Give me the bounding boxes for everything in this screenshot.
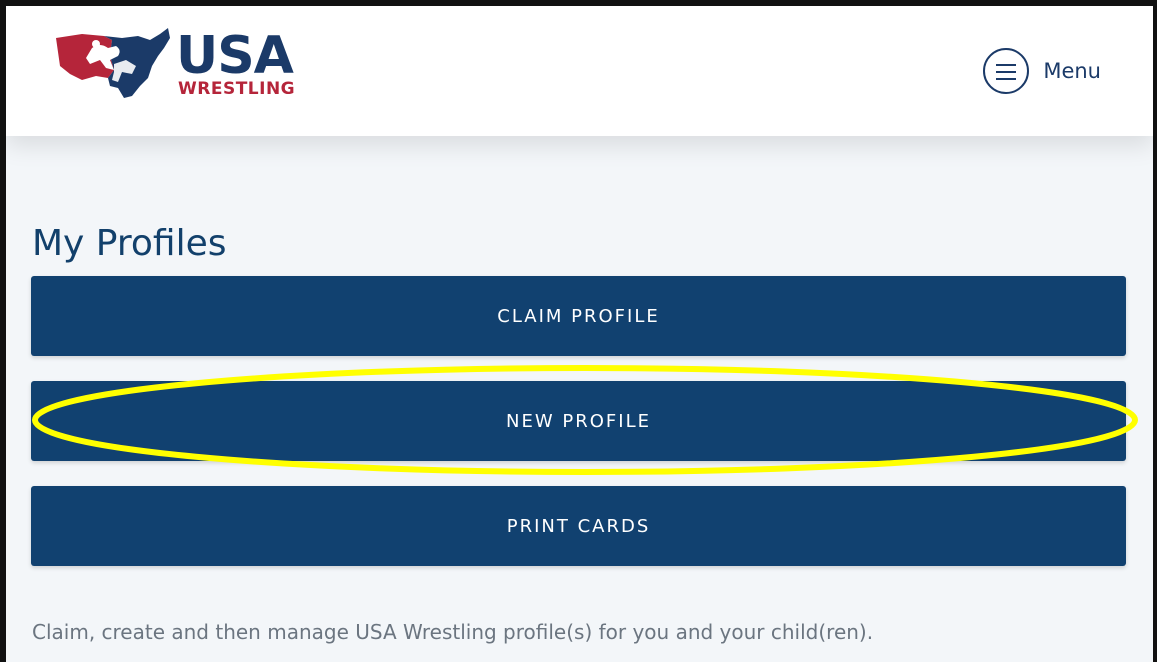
new-profile-button[interactable]: NEW PROFILE	[31, 381, 1126, 461]
profiles-description: Claim, create and then manage USA Wrestl…	[32, 620, 874, 644]
logo-usa-text: USA	[176, 26, 294, 86]
page-frame: USA WRESTLING Menu My Profiles CLAIM PRO…	[0, 0, 1157, 662]
usa-map-wrestlers-icon	[56, 28, 170, 98]
usa-wrestling-logo[interactable]: USA WRESTLING	[52, 26, 312, 106]
site-header: USA WRESTLING Menu	[6, 6, 1153, 136]
menu-label: Menu	[1043, 59, 1101, 83]
claim-profile-button[interactable]: CLAIM PROFILE	[31, 276, 1126, 356]
menu-button[interactable]: Menu	[983, 46, 1101, 96]
page-title: My Profiles	[32, 223, 227, 264]
hamburger-menu-icon[interactable]	[983, 48, 1030, 94]
logo-wrestling-text: WRESTLING	[178, 79, 296, 99]
print-cards-button[interactable]: PRINT CARDS	[31, 486, 1126, 566]
